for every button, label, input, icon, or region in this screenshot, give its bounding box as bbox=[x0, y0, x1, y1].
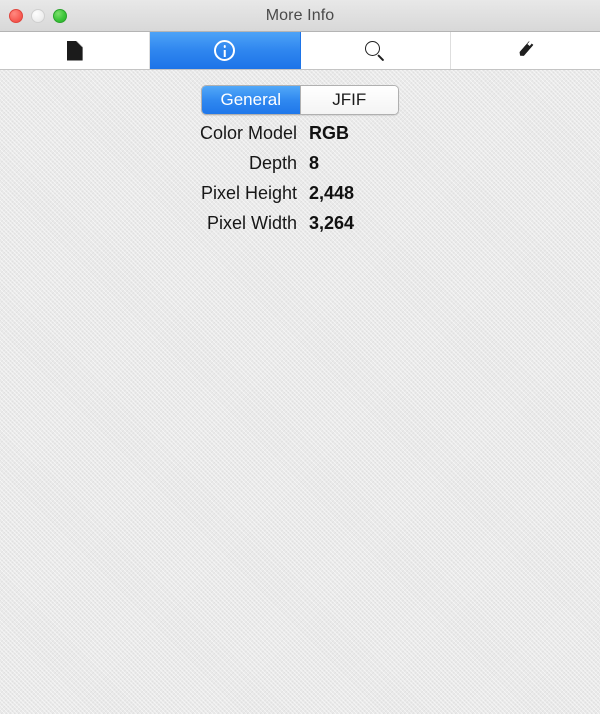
toolbar-tab-edit[interactable] bbox=[450, 32, 600, 69]
title-bar: More Info bbox=[0, 0, 600, 32]
metadata-segmented-control: General JFIF bbox=[201, 85, 399, 115]
window-title: More Info bbox=[265, 6, 335, 24]
pencil-icon bbox=[514, 40, 536, 62]
info-label: Color Model bbox=[199, 123, 297, 143]
info-value: 8 bbox=[309, 153, 320, 173]
info-value: 3,264 bbox=[309, 213, 355, 233]
info-label: Depth bbox=[248, 153, 297, 173]
toolbar bbox=[0, 32, 600, 70]
segment-general[interactable]: General bbox=[202, 86, 300, 114]
toolbar-tab-info[interactable] bbox=[150, 32, 301, 69]
info-table: Color Model RGB Depth 8 Pixel Height 2,4… bbox=[0, 123, 600, 243]
search-icon bbox=[364, 40, 386, 62]
segment-jfif-label: JFIF bbox=[332, 90, 367, 109]
close-button[interactable] bbox=[9, 8, 23, 23]
info-label: Pixel Height bbox=[200, 183, 297, 203]
segment-jfif[interactable]: JFIF bbox=[299, 86, 398, 114]
table-row: Pixel Height 2,448 bbox=[0, 183, 600, 213]
zoom-button[interactable] bbox=[53, 8, 67, 23]
info-icon bbox=[214, 40, 236, 61]
table-row: Depth 8 bbox=[0, 153, 600, 183]
info-label: Pixel Width bbox=[206, 213, 297, 233]
info-value: RGB bbox=[309, 123, 349, 143]
toolbar-tab-search[interactable] bbox=[300, 32, 451, 69]
minimize-button[interactable] bbox=[31, 8, 45, 23]
more-info-window: More Info General JFIF Color Model RGB D… bbox=[0, 0, 600, 714]
info-value: 2,448 bbox=[309, 183, 355, 203]
document-icon bbox=[66, 40, 83, 61]
segment-general-label: General bbox=[220, 90, 281, 109]
toolbar-tab-document[interactable] bbox=[0, 32, 151, 69]
content-area: General JFIF Color Model RGB Depth 8 Pix… bbox=[0, 70, 600, 714]
table-row: Pixel Width 3,264 bbox=[0, 213, 600, 243]
window-controls bbox=[9, 0, 67, 31]
table-row: Color Model RGB bbox=[0, 123, 600, 153]
